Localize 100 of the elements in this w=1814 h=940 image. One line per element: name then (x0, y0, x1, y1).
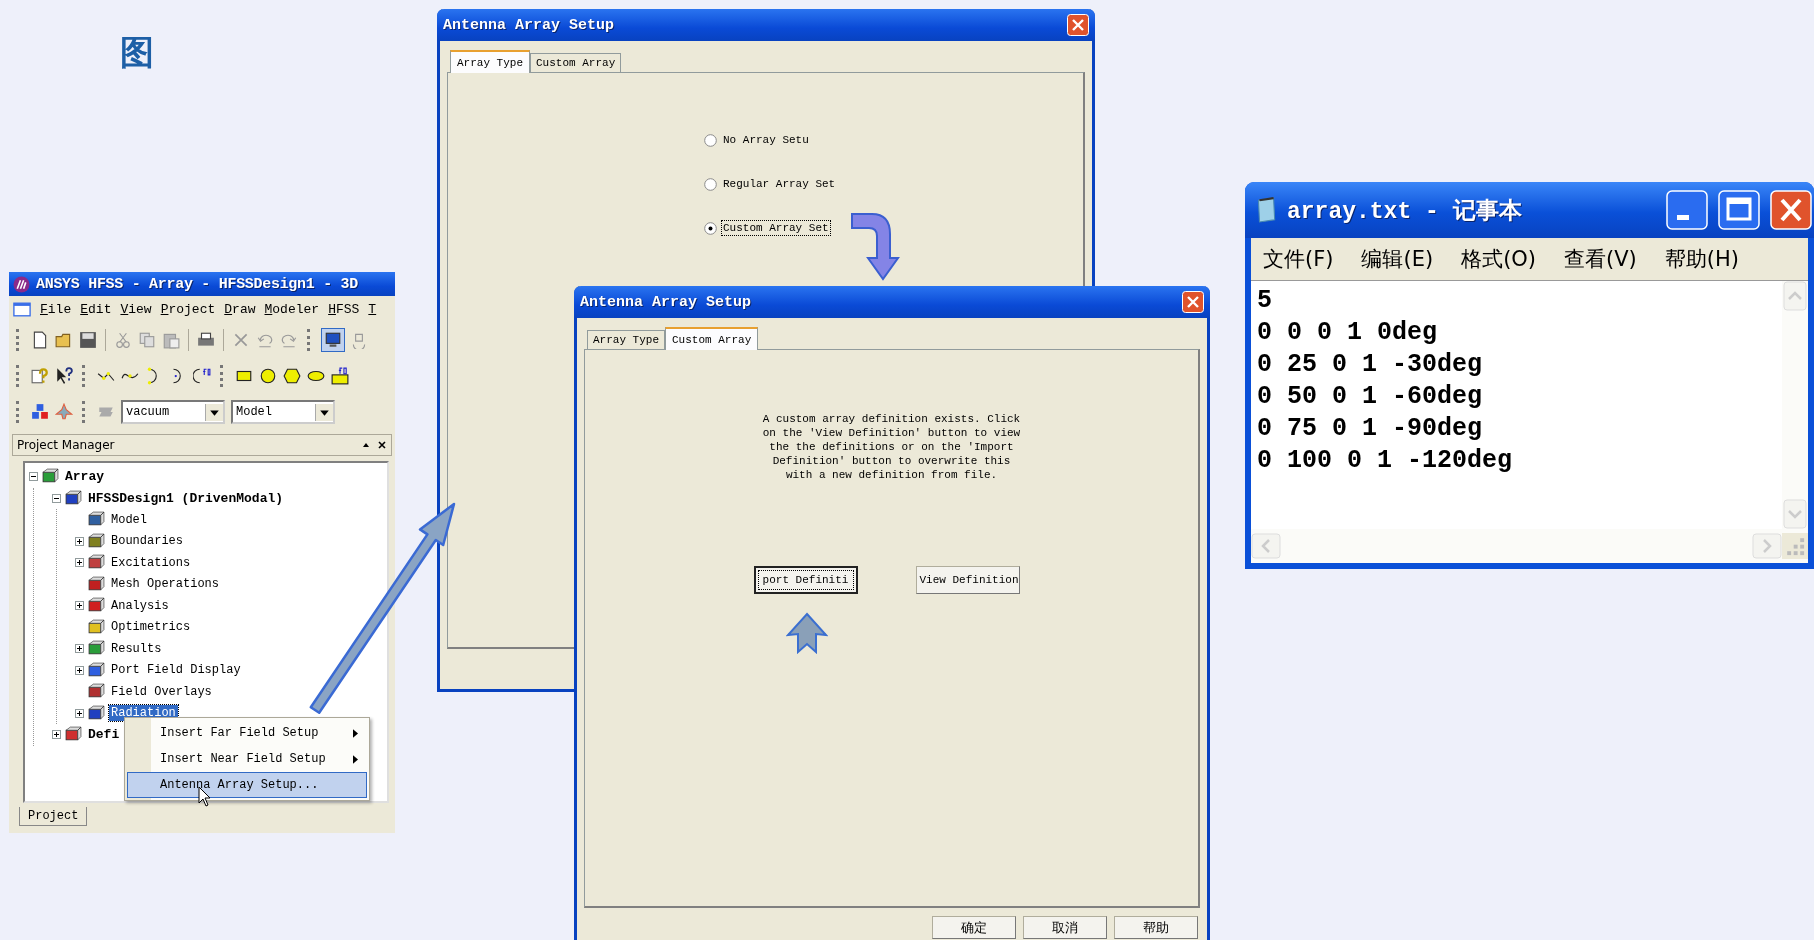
tree-item[interactable]: Results (109, 640, 164, 657)
app-logo-icon (13, 275, 30, 293)
circle-icon[interactable] (259, 367, 277, 385)
menu-item[interactable]: View (120, 301, 152, 317)
text-line: 5 (1257, 285, 1273, 317)
printer-icon[interactable] (197, 331, 215, 349)
tree-node-icon (88, 532, 105, 550)
tree-item[interactable]: Boundaries (109, 533, 185, 550)
tree-item[interactable]: Analysis (109, 597, 171, 614)
radio-button[interactable] (704, 177, 717, 191)
help-icon[interactable] (31, 367, 49, 385)
menu-item[interactable]: 格式(O) (1461, 245, 1537, 273)
dialog-button[interactable]: 取消 (1023, 916, 1107, 939)
expand-icon[interactable] (75, 536, 84, 546)
resize-grip-icon[interactable] (1782, 533, 1808, 559)
collapse-icon[interactable] (29, 472, 38, 482)
menu-item[interactable]: Project (160, 301, 216, 317)
message-text: A custom array definition exists. Click on the 'View Definition' button to view the the definitions or on the 'Import Definition' button to overwrite this with a new definition from file. (762, 412, 1021, 482)
dialog-title: Antenna Array Setup (443, 16, 615, 34)
radio-label[interactable]: No Array Setu (721, 132, 811, 148)
save-icon[interactable] (79, 331, 97, 349)
material-dropdown[interactable]: vacuum (121, 400, 225, 424)
cubes-icon[interactable] (31, 403, 49, 421)
menu-item[interactable]: Edit (80, 301, 112, 317)
tree-item[interactable]: HFSSDesign1 (DrivenModal) (86, 489, 286, 507)
radio-label[interactable]: Regular Array Set (721, 176, 838, 192)
text-line: 0 50 0 1 -60deg (1257, 381, 1484, 413)
dialog-title: Antenna Array Setup (580, 293, 752, 311)
whats-this-icon[interactable] (55, 367, 73, 385)
project-tab[interactable]: Project (19, 807, 88, 826)
close-icon[interactable] (377, 440, 387, 450)
text-line: 0 0 0 1 0deg (1257, 317, 1439, 349)
tree-node-icon (88, 575, 105, 593)
menu-item[interactable]: Modeler (264, 301, 320, 317)
radio-button[interactable] (704, 133, 717, 147)
definition-button[interactable]: View Definition (915, 566, 1020, 594)
tree-node-icon (88, 704, 105, 722)
expand-icon[interactable] (75, 644, 84, 654)
radio-label[interactable]: Custom Array Set (721, 220, 831, 236)
collapse-icon[interactable] (52, 493, 61, 503)
tree-item[interactable]: Excitations (109, 554, 193, 571)
tree-node-icon (88, 640, 105, 658)
menu-item[interactable]: HFSS (328, 301, 360, 317)
definition-button[interactable]: port Definiti (753, 566, 858, 594)
minimize-icon[interactable] (1666, 190, 1708, 230)
tree-item[interactable]: Field Overlays (109, 683, 214, 700)
hexagon-icon[interactable] (283, 367, 301, 385)
tree-item[interactable]: Optimetrics (109, 619, 193, 636)
menu-item[interactable]: File (40, 301, 72, 317)
tree-node-icon (88, 683, 105, 701)
tab[interactable]: Custom Array (530, 53, 622, 72)
menu-item[interactable]: Antenna Array Setup... (127, 772, 367, 798)
menu-item[interactable]: 编辑(E) (1361, 245, 1434, 273)
view-mode-dropdown[interactable]: Model (231, 400, 335, 424)
equation-surface-icon[interactable] (331, 367, 349, 385)
tree-item[interactable]: Port Field Display (109, 662, 243, 679)
document-window-icon[interactable] (13, 301, 31, 317)
curved-arrow (850, 210, 900, 282)
panel-title: Project Manager (17, 438, 116, 452)
monitor-icon[interactable] (322, 329, 344, 351)
menu-item[interactable]: Insert Far Field Setup (127, 720, 367, 746)
expand-icon[interactable] (75, 665, 84, 675)
notepad-icon (1255, 197, 1277, 223)
slide-heading: 图 (120, 31, 154, 74)
tree-item[interactable]: Model (109, 511, 149, 528)
horizontal-scrollbar[interactable] (1251, 529, 1808, 563)
expand-icon[interactable] (52, 730, 61, 740)
menu-item[interactable]: T (368, 301, 377, 317)
tree-item[interactable]: Array (63, 468, 106, 486)
tree-node-icon (88, 661, 105, 679)
menu-item[interactable]: 文件(F) (1263, 245, 1334, 273)
dropdown-arrow-icon[interactable] (315, 403, 333, 421)
new-file-icon[interactable] (31, 331, 49, 349)
menu-item[interactable]: Draw (224, 301, 256, 317)
menu-item[interactable]: 查看(V) (1564, 245, 1637, 273)
expand-icon[interactable] (75, 708, 84, 718)
tree-node-icon (88, 511, 105, 529)
maximize-icon[interactable] (1718, 190, 1760, 230)
tab[interactable]: Custom Array (665, 327, 759, 350)
project-icon (42, 468, 59, 486)
dialog-button[interactable]: 确定 (932, 916, 1016, 939)
open-folder-icon[interactable] (55, 331, 73, 349)
tree-node-icon (65, 726, 82, 744)
expand-icon[interactable] (75, 558, 84, 568)
menu-item[interactable]: 帮助(H) (1664, 245, 1739, 273)
dropdown-arrow-icon[interactable] (205, 403, 223, 421)
tab[interactable]: Array Type (450, 50, 530, 73)
radio-button[interactable] (704, 221, 717, 235)
menu-item[interactable]: Insert Near Field Setup (127, 746, 367, 772)
expand-icon[interactable] (75, 601, 84, 611)
tree-item[interactable]: Mesh Operations (109, 576, 222, 593)
text-line: 0 100 0 1 -120deg (1257, 445, 1514, 477)
window-title: ANSYS HFSS - Array - HFSSDesign1 - 3D (36, 275, 358, 293)
aircraft-icon[interactable] (55, 403, 73, 421)
dialog-button[interactable]: 帮助 (1114, 916, 1198, 939)
tree-item[interactable]: Defi (86, 726, 122, 744)
tree-node-icon (65, 489, 82, 507)
tab[interactable]: Array Type (587, 330, 665, 349)
equation-curve-icon[interactable] (193, 367, 211, 385)
tree-node-icon (88, 554, 105, 572)
